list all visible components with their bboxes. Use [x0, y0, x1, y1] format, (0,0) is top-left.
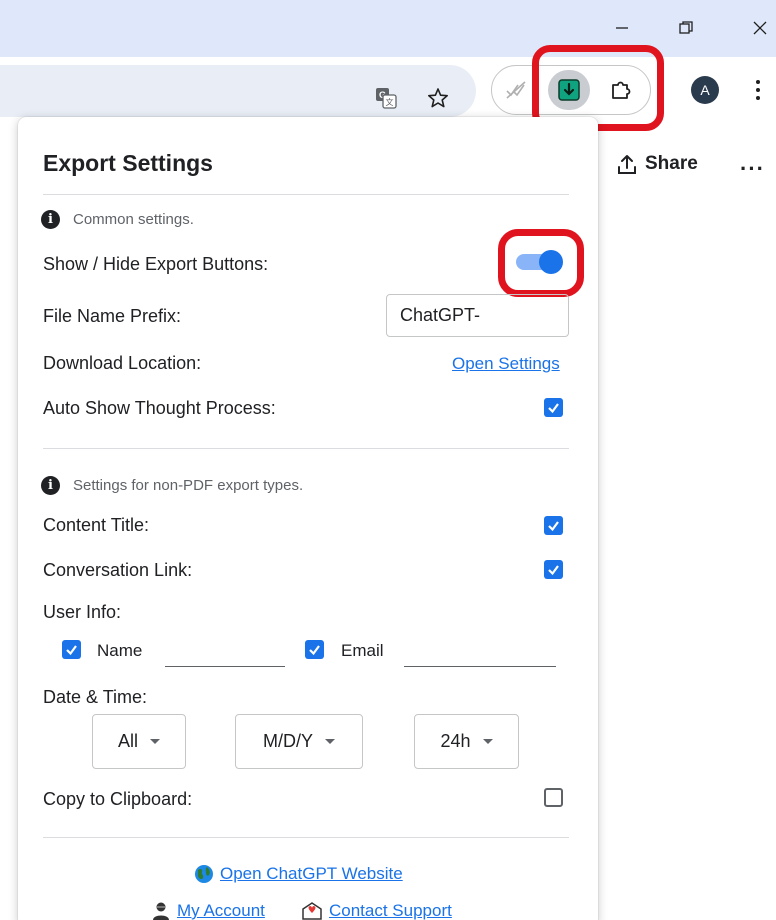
checks-extension-icon[interactable] — [504, 78, 528, 107]
open-website-link[interactable]: Open ChatGPT Website — [220, 864, 403, 884]
address-bar[interactable]: G 文 — [0, 65, 476, 117]
profile-avatar[interactable]: A — [691, 76, 719, 104]
user-icon — [153, 902, 169, 920]
mail-heart-icon — [302, 902, 322, 920]
checkmark-icon — [548, 565, 559, 576]
popup-title: Export Settings — [43, 150, 213, 176]
name-label: Name — [97, 641, 143, 660]
title-divider — [43, 194, 569, 195]
contact-support-link[interactable]: Contact Support — [329, 901, 452, 920]
file-prefix-input[interactable]: ChatGPT- — [386, 294, 569, 337]
translate-icon[interactable]: G 文 — [375, 87, 397, 109]
non-pdf-info: i Settings for non-PDF export types. — [41, 476, 303, 495]
download-location-label: Download Location: — [43, 353, 202, 373]
email-input[interactable] — [404, 631, 556, 667]
date-time-label: Date & Time: — [43, 687, 148, 707]
share-button[interactable]: Share — [617, 153, 698, 175]
chevron-down-icon — [325, 739, 335, 744]
section-divider — [43, 448, 569, 449]
bookmark-star-icon[interactable] — [427, 87, 449, 109]
date-range-select[interactable]: All — [92, 714, 186, 769]
checkmark-icon — [309, 645, 320, 656]
my-account-link[interactable]: My Account — [177, 901, 265, 920]
chevron-down-icon — [150, 739, 160, 744]
date-format-value: M/D/Y — [262, 731, 313, 751]
non-pdf-info-text: Settings for non-PDF export types. — [73, 477, 304, 494]
info-icon: i — [41, 476, 60, 495]
globe-icon — [195, 865, 213, 883]
support-link-row[interactable]: Contact Support — [301, 901, 452, 920]
minimize-button[interactable] — [602, 10, 642, 46]
info-icon: i — [41, 210, 60, 229]
content-title-label: Content Title: — [43, 515, 150, 535]
common-settings-text: Common settings. — [73, 211, 194, 228]
copy-clipboard-label: Copy to Clipboard: — [43, 789, 193, 809]
footer-divider — [43, 837, 569, 838]
time-format-value: 24h — [440, 731, 471, 751]
name-checkbox[interactable] — [62, 640, 81, 659]
email-input-underline — [404, 666, 556, 667]
minimize-icon — [616, 27, 628, 29]
checkmark-icon — [548, 521, 559, 532]
browser-toolbar: G 文 A — [0, 45, 776, 131]
open-settings-link[interactable]: Open Settings — [452, 354, 560, 374]
account-link-row[interactable]: My Account — [151, 901, 265, 920]
chevron-down-icon — [482, 739, 493, 744]
copy-clipboard-checkbox[interactable] — [544, 788, 563, 807]
browser-menu-icon[interactable] — [752, 76, 764, 104]
email-label: Email — [341, 641, 384, 660]
close-window-button[interactable] — [740, 10, 776, 46]
conversation-link-label: Conversation Link: — [43, 560, 193, 580]
checkmark-icon — [66, 645, 77, 656]
close-icon — [753, 21, 767, 35]
auto-show-checkbox[interactable] — [544, 398, 563, 417]
common-settings-info: i Common settings. — [41, 210, 194, 229]
name-input-underline — [165, 666, 285, 667]
website-link-row[interactable]: Open ChatGPT Website — [194, 864, 403, 884]
export-settings-popup: Export Settings i Common settings. Show … — [18, 117, 598, 920]
show-hide-label: Show / Hide Export Buttons: — [43, 254, 269, 274]
toggle-highlight-box — [498, 229, 584, 297]
name-input[interactable] — [165, 631, 285, 667]
svg-text:文: 文 — [386, 97, 394, 107]
conversation-link-checkbox[interactable] — [544, 560, 563, 579]
file-prefix-label: File Name Prefix: — [43, 306, 182, 326]
date-range-value: All — [117, 731, 138, 751]
date-format-select[interactable]: M/D/Y — [235, 714, 363, 769]
restore-icon — [679, 21, 693, 34]
more-options-button[interactable]: ··· — [740, 156, 765, 182]
content-title-checkbox[interactable] — [544, 516, 563, 535]
share-label: Share — [645, 153, 698, 174]
email-checkbox[interactable] — [305, 640, 324, 659]
share-icon — [618, 155, 636, 174]
auto-show-label: Auto Show Thought Process: — [43, 398, 276, 418]
browser-titlebar — [0, 0, 776, 57]
checkmark-icon — [548, 403, 559, 414]
restore-button[interactable] — [666, 10, 706, 46]
time-format-select[interactable]: 24h — [414, 714, 519, 769]
user-info-label: User Info: — [43, 602, 122, 622]
